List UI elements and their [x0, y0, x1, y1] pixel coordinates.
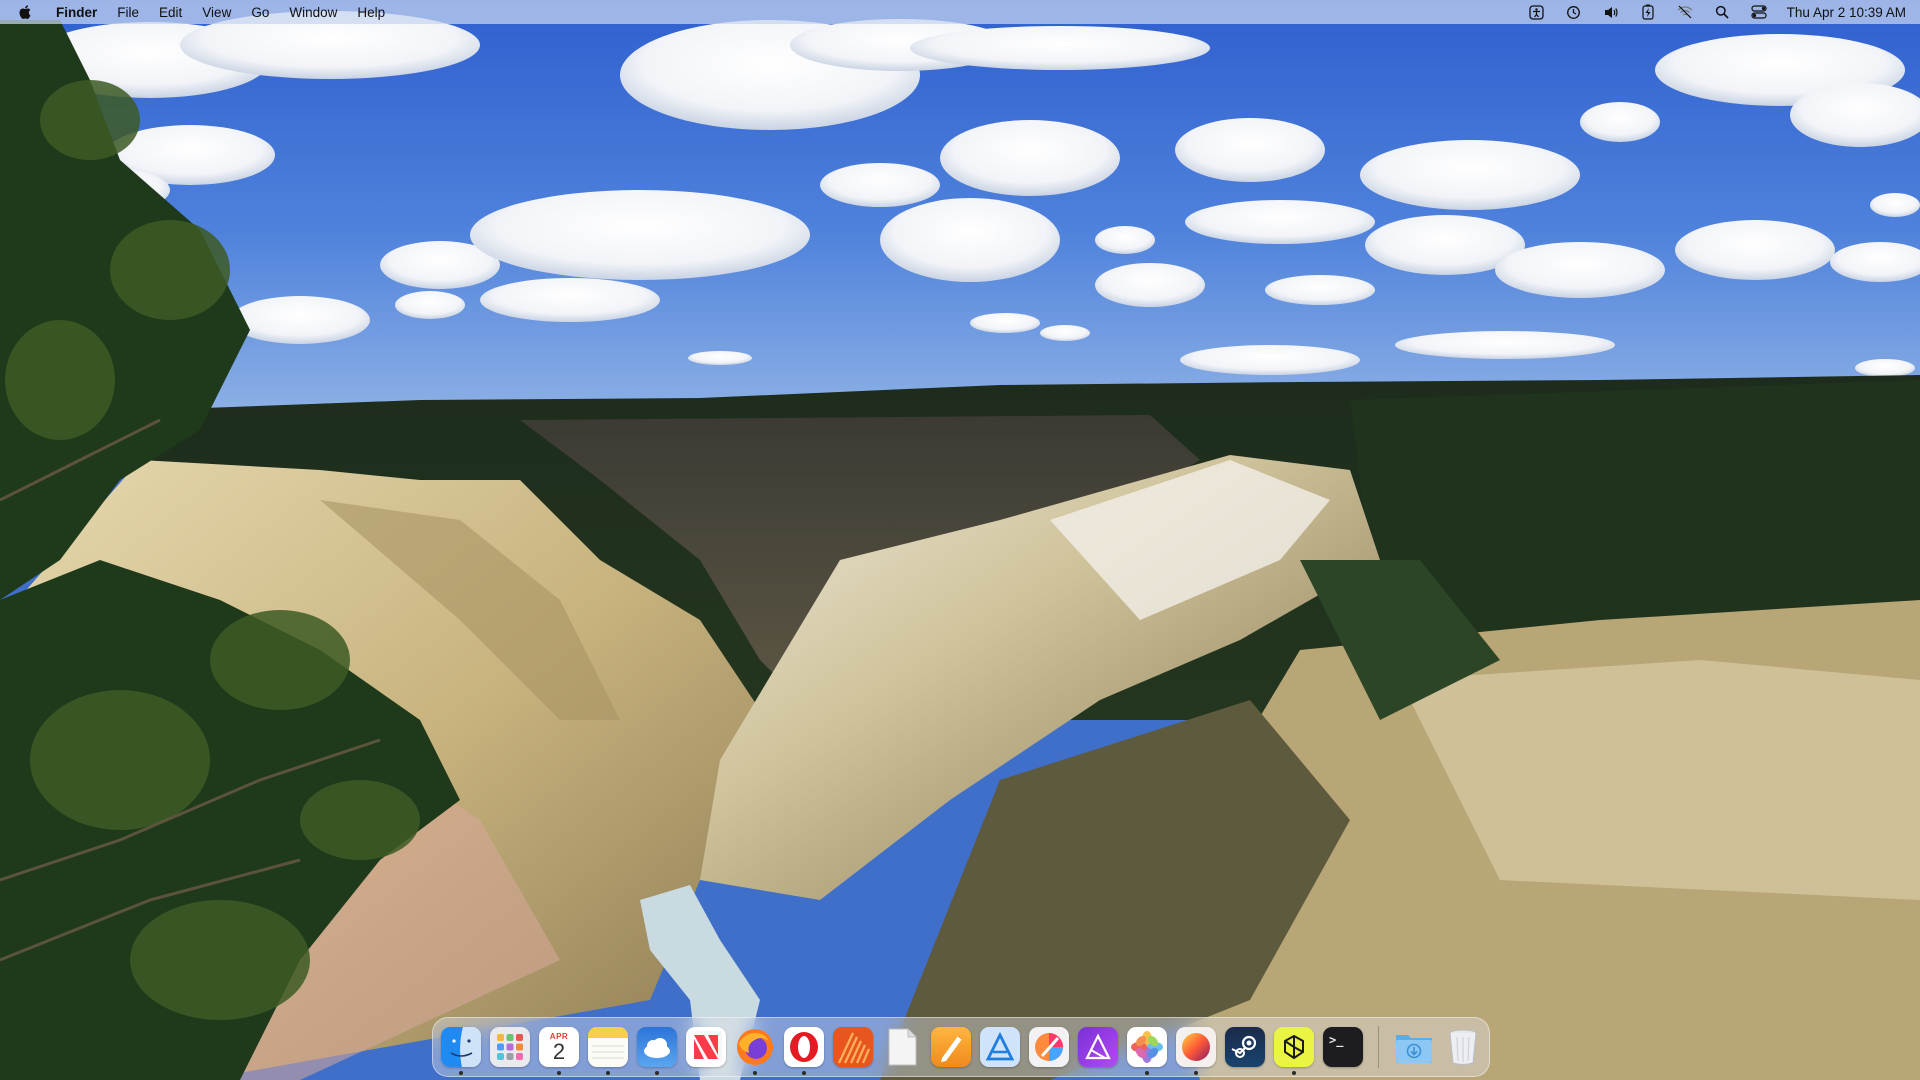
opera-icon — [784, 1027, 824, 1067]
photos-icon — [1127, 1027, 1167, 1067]
dock-item-opera[interactable] — [784, 1027, 824, 1075]
wifi-off-icon[interactable] — [1677, 4, 1693, 20]
control-center-icon[interactable] — [1751, 4, 1767, 20]
running-indicator — [606, 1071, 610, 1075]
menu-edit[interactable]: Edit — [159, 5, 182, 20]
running-indicator — [1292, 1071, 1296, 1075]
terminal-icon: >_ — [1323, 1027, 1363, 1067]
gradient-circle-icon — [1176, 1027, 1216, 1067]
firefox-icon — [735, 1027, 775, 1067]
spotlight-search-icon[interactable] — [1714, 4, 1730, 20]
chatgpt-icon — [1274, 1027, 1314, 1067]
dock-item-textedit[interactable] — [882, 1027, 922, 1067]
dock-item-chatgpt[interactable] — [1274, 1027, 1314, 1075]
launchpad-icon — [490, 1027, 530, 1067]
dock-item-firefox[interactable] — [735, 1027, 775, 1075]
finder-icon — [441, 1027, 481, 1067]
weather-icon — [637, 1027, 677, 1067]
trash-icon — [1443, 1027, 1483, 1067]
dock-item-launchpad[interactable] — [490, 1027, 530, 1067]
menu-bar: Finder File Edit View Go Window Help Thu… — [0, 0, 1920, 24]
running-indicator — [1145, 1071, 1149, 1075]
pages-icon — [931, 1027, 971, 1067]
pixelmator-icon — [1029, 1027, 1069, 1067]
dock-item-pages[interactable] — [931, 1027, 971, 1067]
document-icon — [882, 1027, 922, 1067]
dock-item-photos[interactable] — [1127, 1027, 1167, 1075]
running-indicator — [557, 1071, 561, 1075]
running-indicator — [1194, 1071, 1198, 1075]
steam-icon — [1225, 1027, 1265, 1067]
menu-help[interactable]: Help — [357, 5, 385, 20]
menu-bar-clock[interactable]: Thu Apr 2 10:39 AM — [1787, 5, 1906, 20]
blue-a-app-icon — [980, 1027, 1020, 1067]
dock-separator — [1378, 1026, 1379, 1068]
volume-icon[interactable] — [1603, 4, 1619, 20]
dock-item-downloads[interactable] — [1394, 1027, 1434, 1067]
dock-item-finder[interactable] — [441, 1027, 481, 1075]
time-machine-icon[interactable] — [1566, 4, 1582, 20]
dock-item-blue-a[interactable] — [980, 1027, 1020, 1067]
menu-go[interactable]: Go — [251, 5, 269, 20]
terminal-prompt: >_ — [1329, 1033, 1344, 1047]
running-indicator — [655, 1071, 659, 1075]
affinity-icon — [1078, 1027, 1118, 1067]
calendar-icon: APR 2 — [539, 1027, 579, 1067]
running-indicator — [753, 1071, 757, 1075]
dock-item-trash[interactable] — [1443, 1027, 1483, 1067]
calendar-day: 2 — [552, 1038, 566, 1064]
running-indicator — [802, 1071, 806, 1075]
notes-icon — [588, 1027, 628, 1067]
menu-app-name[interactable]: Finder — [56, 5, 97, 20]
dock-item-terminal[interactable]: >_ — [1323, 1027, 1363, 1067]
menu-view[interactable]: View — [202, 5, 231, 20]
menu-window[interactable]: Window — [289, 5, 337, 20]
news-icon — [686, 1027, 726, 1067]
apple-logo-icon[interactable] — [18, 4, 34, 20]
downloads-folder-icon — [1394, 1027, 1434, 1067]
dock-item-news[interactable] — [686, 1027, 726, 1067]
battery-charging-icon[interactable] — [1640, 4, 1656, 20]
dock-item-affinity[interactable] — [1078, 1027, 1118, 1067]
dock-item-orange-app[interactable] — [833, 1027, 873, 1067]
menu-file[interactable]: File — [117, 5, 139, 20]
dock: APR 2 >_ — [432, 1017, 1490, 1077]
running-indicator — [459, 1071, 463, 1075]
dock-item-calendar[interactable]: APR 2 — [539, 1027, 579, 1075]
dock-item-notes[interactable] — [588, 1027, 628, 1075]
orange-stripes-app-icon — [833, 1027, 873, 1067]
dock-item-gradient-app[interactable] — [1176, 1027, 1216, 1075]
dock-item-pixelmator[interactable] — [1029, 1027, 1069, 1067]
desktop-wallpaper — [0, 0, 1920, 1080]
dock-item-weather[interactable] — [637, 1027, 677, 1075]
dock-item-steam[interactable] — [1225, 1027, 1265, 1067]
accessibility-icon[interactable] — [1529, 4, 1545, 20]
